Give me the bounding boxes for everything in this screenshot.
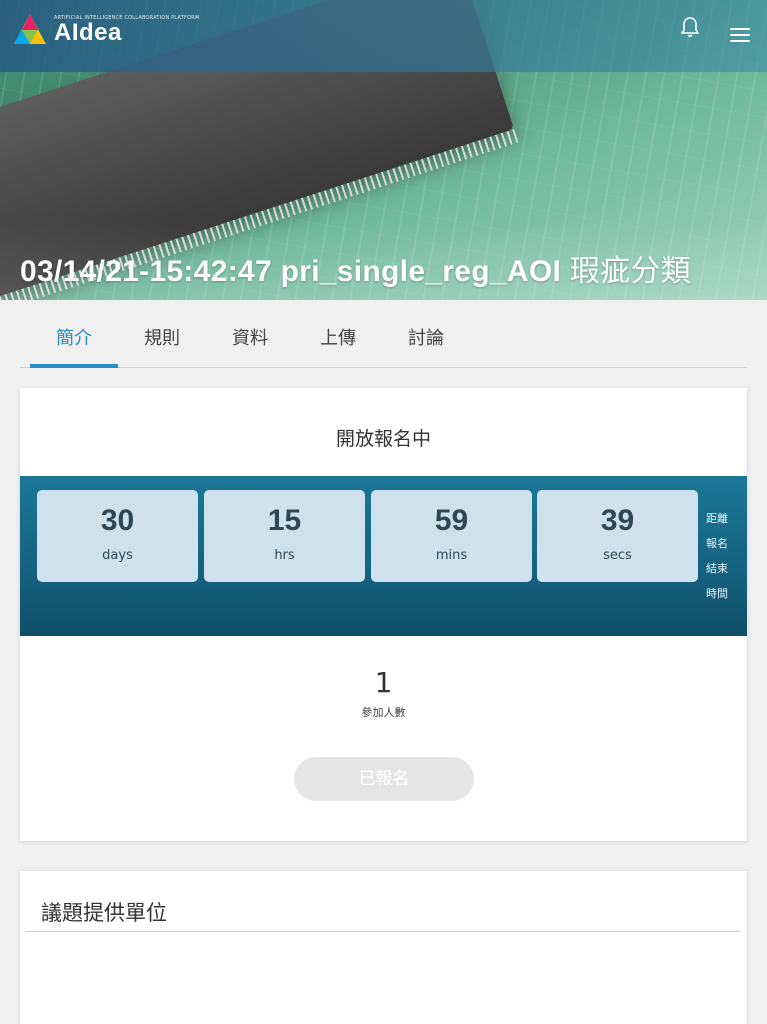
participants-count: 1 參加人數 — [20, 666, 747, 720]
countdown-hours: 15 hrs — [204, 490, 365, 582]
provider-section-title: 議題提供單位 — [41, 901, 167, 925]
countdown-minutes: 59 mins — [371, 490, 532, 582]
tab-overview[interactable]: 簡介 — [56, 324, 92, 350]
overview-card: 開放報名中 30 days 15 hrs 59 mins 39 secs 距離報… — [20, 388, 747, 841]
countdown-unit: mins — [435, 548, 468, 563]
top-bar: ARTIFICIAL INTELLIGENCE COLLABORATION PL… — [0, 0, 767, 72]
page-title-cn: 瑕疵分類 — [569, 254, 691, 289]
countdown-unit: hrs — [274, 548, 295, 563]
registration-status: 開放報名中 — [335, 428, 431, 450]
tab-rules[interactable]: 規則 — [144, 324, 180, 350]
participants-label: 參加人數 — [361, 706, 406, 719]
countdown-panel: 30 days 15 hrs 59 mins 39 secs 距離報名結束時間 — [20, 476, 747, 636]
active-tab-indicator — [30, 364, 118, 368]
provider-card: 議題提供單位 — [20, 871, 747, 1024]
countdown-seconds: 39 secs — [537, 490, 698, 582]
countdown-unit: days — [102, 548, 133, 563]
countdown-days: 30 days — [37, 490, 198, 582]
aidea-logo[interactable]: ARTIFICIAL INTELLIGENCE COLLABORATION PL… — [12, 12, 199, 48]
aidea-logo-icon — [14, 14, 46, 44]
tab-discussion[interactable]: 討論 — [408, 324, 444, 350]
countdown-note: 距離報名結束時間 — [706, 512, 728, 600]
countdown-unit: secs — [603, 548, 632, 563]
bell-icon[interactable] — [680, 16, 700, 38]
page-title-main: 03/14/21-15:42:47 pri_single_reg_AOI — [20, 255, 562, 288]
countdown-value: 39 — [600, 504, 635, 537]
countdown-value: 30 — [100, 504, 135, 537]
tab-bar: 簡介 規則 資料 上傳 討論 — [20, 300, 747, 368]
countdown-value: 59 — [434, 504, 469, 537]
countdown-value: 15 — [267, 504, 302, 537]
section-divider — [26, 931, 741, 932]
registered-button[interactable]: 已報名 — [294, 757, 474, 801]
participants-number: 1 — [374, 666, 393, 699]
page-title: 03/14/21-15:42:47 pri_single_reg_AOI 瑕疵分… — [20, 246, 691, 290]
hamburger-menu-icon[interactable] — [730, 28, 750, 44]
tab-upload[interactable]: 上傳 — [320, 324, 356, 350]
tab-data[interactable]: 資料 — [232, 324, 268, 350]
logo-wordmark: AIdea — [54, 19, 122, 46]
